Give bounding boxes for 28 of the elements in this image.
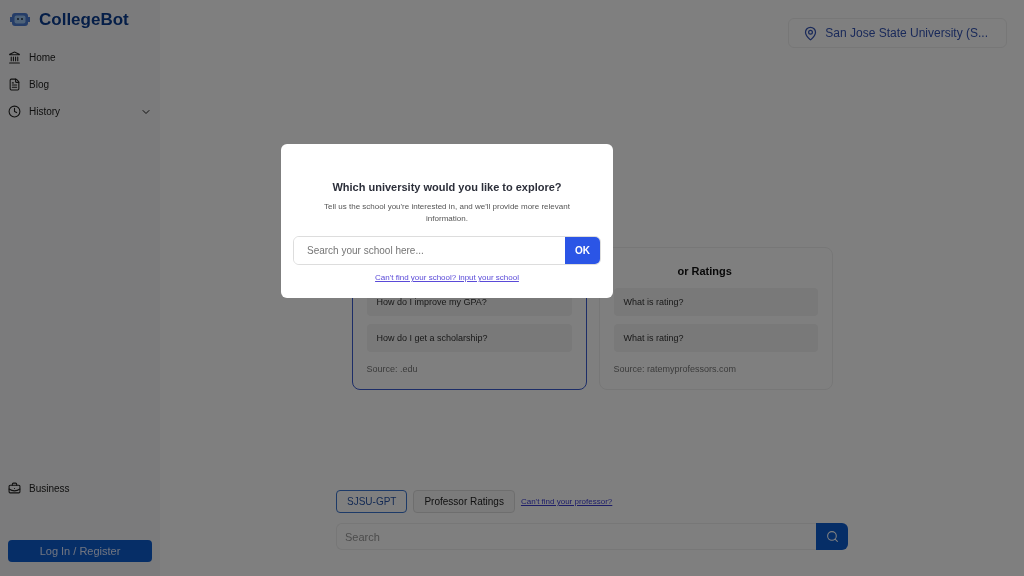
question-chip[interactable]: How do I get a scholarship? <box>366 324 572 352</box>
input-school-link[interactable]: Can't find your school? input your school <box>375 273 519 282</box>
mode-tab[interactable]: SJSU-GPT <box>336 490 408 513</box>
suggestion-card[interactable]: or Ratings What is rating? What is rating? Source: ratemyprofessors.com <box>598 247 833 390</box>
sidebar-item[interactable]: Blog <box>8 71 152 98</box>
briefcase-icon <box>8 482 21 495</box>
clock-icon <box>8 105 21 118</box>
modal-description: Tell us the school you're interested in, and we'll provide more relevant information. <box>323 201 571 225</box>
brand-name: CollegeBot <box>39 10 129 30</box>
search-icon <box>825 530 839 543</box>
mode-tab[interactable]: Professor Ratings <box>413 490 515 513</box>
sidebar-item[interactable]: History <box>8 98 152 125</box>
modal-title: Which university would you like to explore? <box>332 181 562 193</box>
professor-link[interactable]: Can't find your professor? <box>520 497 613 506</box>
bank-icon <box>8 51 21 64</box>
robot-logo-icon <box>10 11 30 29</box>
source-text: Source: ratemyprofessors.com <box>613 364 738 374</box>
location-selector[interactable]: San Jose State University (S... <box>788 18 1007 48</box>
sidebar-item[interactable]: Business <box>8 475 152 502</box>
login-button[interactable]: Log In / Register <box>8 540 152 562</box>
sidebar-item[interactable]: Home <box>8 44 152 71</box>
source-text: Source: .edu <box>366 364 419 374</box>
search-button[interactable] <box>816 523 848 550</box>
question-chip[interactable]: What is rating? <box>613 288 818 316</box>
card-title: or Ratings <box>677 265 732 277</box>
location-pin-icon <box>803 25 819 41</box>
document-icon <box>8 78 21 91</box>
question-chip[interactable]: What is rating? <box>613 324 818 352</box>
